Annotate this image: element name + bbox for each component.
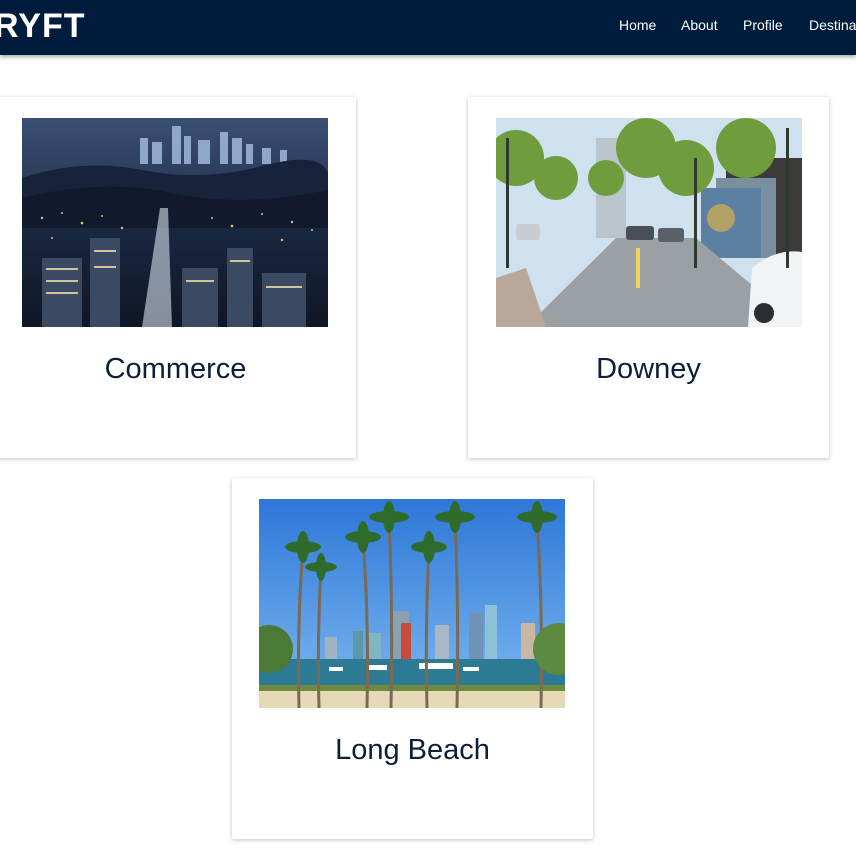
street-scene-image[interactable] bbox=[496, 118, 802, 327]
city-night-skyline-image[interactable] bbox=[22, 118, 328, 327]
palm-trees-skyline-image[interactable] bbox=[259, 499, 565, 708]
top-navbar: RYFT Home About Profile Destinat bbox=[0, 0, 856, 55]
nav-link-profile[interactable]: Profile bbox=[743, 17, 783, 33]
nav-link-about[interactable]: About bbox=[681, 17, 718, 33]
brand-logo[interactable]: RYFT bbox=[0, 6, 86, 46]
destination-card-commerce[interactable]: Commerce bbox=[0, 97, 356, 458]
card-title: Commerce bbox=[104, 353, 247, 385]
destination-card-long-beach[interactable]: Long Beach bbox=[232, 478, 593, 839]
card-title: Long Beach bbox=[335, 734, 490, 766]
destination-card-downey[interactable]: Downey bbox=[468, 97, 829, 458]
nav-link-destinations[interactable]: Destinat bbox=[809, 17, 856, 33]
nav-link-home[interactable]: Home bbox=[619, 17, 656, 33]
card-title: Downey bbox=[596, 353, 701, 385]
